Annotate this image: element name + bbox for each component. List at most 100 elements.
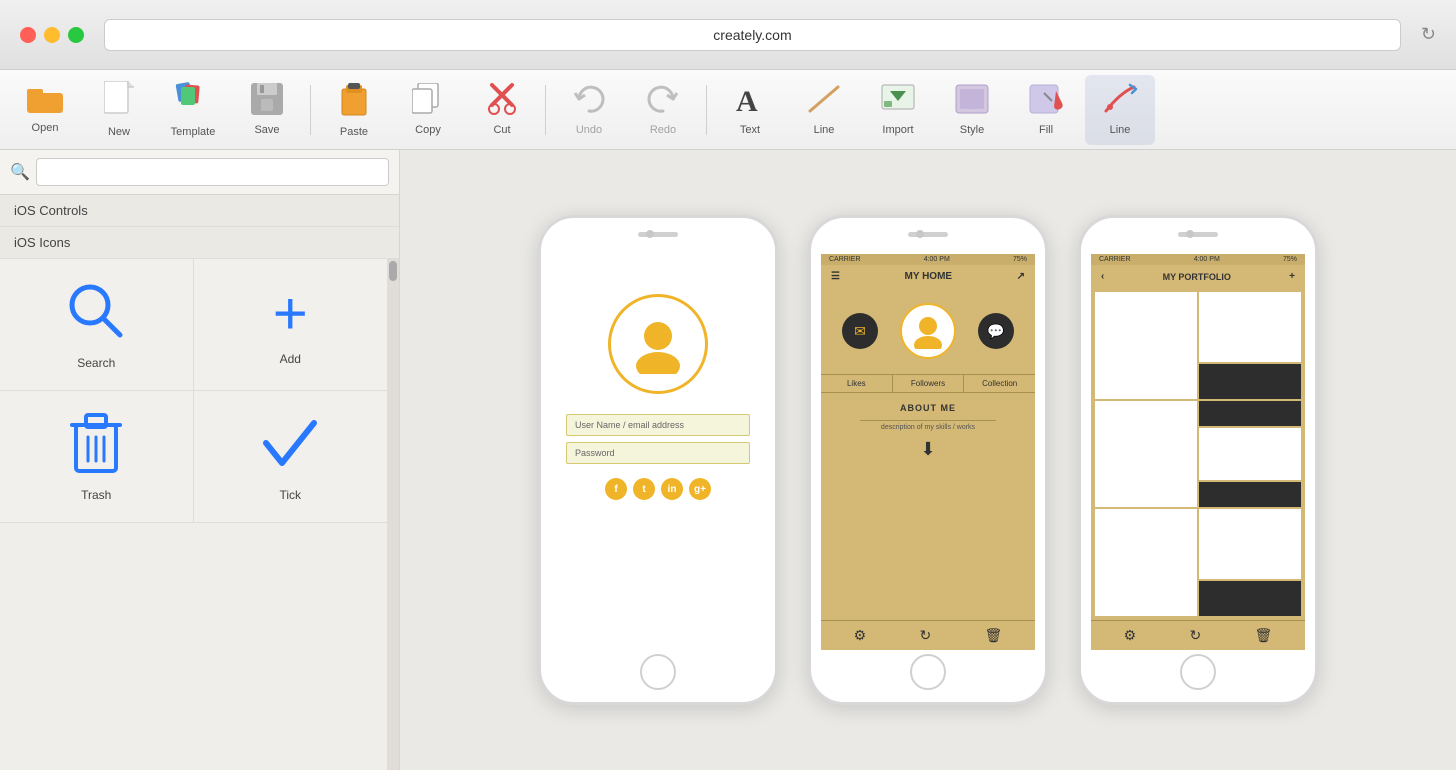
main-area: 🔍 iOS Controls iOS Icons (0, 150, 1456, 770)
sidebar: 🔍 iOS Controls iOS Icons (0, 150, 400, 770)
sidebar-icons-wrapper: Search + Add (0, 259, 399, 770)
toolbar-item-line[interactable]: Line (789, 75, 859, 145)
toolbar-item-redo[interactable]: Redo (628, 75, 698, 145)
minimize-button[interactable] (44, 27, 60, 43)
undo-label: Undo (576, 124, 602, 136)
portfolio-cell-white-1 (1095, 292, 1197, 399)
address-bar[interactable]: creately.com (104, 19, 1401, 51)
template-label: Template (171, 126, 216, 138)
sidebar-search-bar: 🔍 (0, 150, 399, 195)
toolbar-item-line2[interactable]: Line (1085, 75, 1155, 145)
tab-likes[interactable]: Likes (821, 375, 893, 392)
add-icon-label: Add (280, 352, 301, 366)
social-icons: f t in g+ (605, 478, 711, 500)
portfolio-trash-icon[interactable]: 🗑 (1255, 627, 1273, 644)
sidebar-scrollbar[interactable] (387, 259, 399, 770)
toolbar-item-paste[interactable]: Paste (319, 75, 389, 145)
email-icon-circle[interactable]: ✉ (842, 313, 878, 349)
phone-home-btn-2[interactable] (910, 654, 946, 690)
toolbar-item-import[interactable]: Import (863, 75, 933, 145)
maximize-button[interactable] (68, 27, 84, 43)
sidebar-search-input[interactable] (36, 158, 389, 186)
twitter-button[interactable]: t (633, 478, 655, 500)
refresh-icon[interactable]: ↻ (920, 627, 932, 644)
toolbar-separator-3 (706, 85, 707, 135)
url-text: creately.com (713, 27, 791, 43)
sidebar-icons-grid: Search + Add (0, 259, 387, 523)
list-item-trash[interactable]: Trash (0, 391, 194, 523)
toolbar-item-copy[interactable]: Copy (393, 75, 463, 145)
toolbar-item-save[interactable]: Save (232, 75, 302, 145)
sidebar-icons-content: Search + Add (0, 259, 387, 770)
phone-speaker-2 (908, 232, 948, 237)
list-item-tick[interactable]: Tick (194, 391, 388, 523)
ios-controls-label: iOS Controls (14, 203, 88, 218)
myhome-avatar (900, 303, 956, 359)
toolbar-separator-1 (310, 85, 311, 135)
toolbar-item-undo[interactable]: Undo (554, 75, 624, 145)
close-button[interactable] (20, 27, 36, 43)
undo-icon (573, 83, 605, 120)
line2-label: Line (1110, 124, 1131, 136)
add-icon: + (273, 284, 308, 344)
portfolio-grid (1091, 288, 1305, 620)
chat-icon-circle[interactable]: 💬 (978, 313, 1014, 349)
portfolio-refresh-icon[interactable]: ↻ (1190, 627, 1202, 644)
svg-text:A: A (736, 85, 758, 115)
linkedin-button[interactable]: in (661, 478, 683, 500)
toolbar-item-open[interactable]: Open (10, 75, 80, 145)
portfolio-cell-dark-3 (1199, 482, 1301, 508)
download-arrow-icon: ⬇ (920, 439, 935, 460)
myhome-title: MY HOME (904, 271, 952, 282)
search-icon-label: Search (77, 356, 115, 370)
browser-chrome: creately.com ↻ (0, 0, 1456, 70)
phone-screen-3: CARRIER 4:00 PM 75% ‹ MY PORTFOLIO + (1091, 254, 1305, 650)
toolbar: Open New Template Save (0, 70, 1456, 150)
back-chevron-icon[interactable]: ‹ (1101, 271, 1104, 282)
add-portfolio-icon[interactable]: + (1289, 271, 1295, 282)
trash-footer-icon[interactable]: 🗑 (985, 627, 1003, 644)
template-icon (175, 81, 211, 122)
facebook-button[interactable]: f (605, 478, 627, 500)
toolbar-item-text[interactable]: A Text (715, 75, 785, 145)
phone-camera-1 (646, 230, 654, 238)
save-icon (251, 83, 283, 120)
phone-screen-1: User Name / email address Password f t i… (551, 254, 765, 650)
tab-followers[interactable]: Followers (893, 375, 965, 392)
portfolio-settings-icon[interactable]: ⚙ (1124, 627, 1137, 644)
list-item-add[interactable]: + Add (194, 259, 388, 391)
toolbar-item-new[interactable]: New (84, 75, 154, 145)
hamburger-icon[interactable]: ☰ (831, 271, 840, 282)
phone-speaker-3 (1178, 232, 1218, 237)
myhome-content: ABOUT ME description of my skills / work… (821, 393, 1035, 620)
toolbar-item-cut[interactable]: Cut (467, 75, 537, 145)
open-label: Open (32, 122, 59, 134)
carrier-text-2: CARRIER (829, 256, 861, 263)
google-button[interactable]: g+ (689, 478, 711, 500)
toolbar-item-template[interactable]: Template (158, 75, 228, 145)
copy-label: Copy (415, 124, 441, 136)
canvas-area: User Name / email address Password f t i… (400, 150, 1456, 770)
portfolio-cell-white-6 (1199, 509, 1301, 579)
phone-home-btn-1[interactable] (640, 654, 676, 690)
toolbar-item-style[interactable]: Style (937, 75, 1007, 145)
portfolio-header: ‹ MY PORTFOLIO + (1091, 265, 1305, 288)
external-link-icon[interactable]: ↗ (1017, 271, 1025, 282)
battery-text-3: 75% (1283, 256, 1297, 263)
sidebar-item-ios-controls[interactable]: iOS Controls (0, 195, 399, 227)
portfolio-cell-dark-2 (1199, 401, 1301, 427)
text-label: Text (740, 124, 760, 136)
list-item-search[interactable]: Search (0, 259, 194, 391)
password-field[interactable]: Password (566, 442, 750, 464)
portfolio-cell-white-5 (1095, 509, 1197, 616)
tab-collection[interactable]: Collection (964, 375, 1035, 392)
portfolio-screen: CARRIER 4:00 PM 75% ‹ MY PORTFOLIO + (1091, 254, 1305, 650)
refresh-button[interactable]: ↻ (1421, 24, 1436, 45)
phone-home-btn-3[interactable] (1180, 654, 1216, 690)
app-container: Open New Template Save (0, 70, 1456, 770)
toolbar-item-fill[interactable]: Fill (1011, 75, 1081, 145)
username-field[interactable]: User Name / email address (566, 414, 750, 436)
scroll-thumb[interactable] (389, 261, 397, 281)
sidebar-item-ios-icons[interactable]: iOS Icons (0, 227, 399, 259)
settings-icon[interactable]: ⚙ (854, 627, 867, 644)
